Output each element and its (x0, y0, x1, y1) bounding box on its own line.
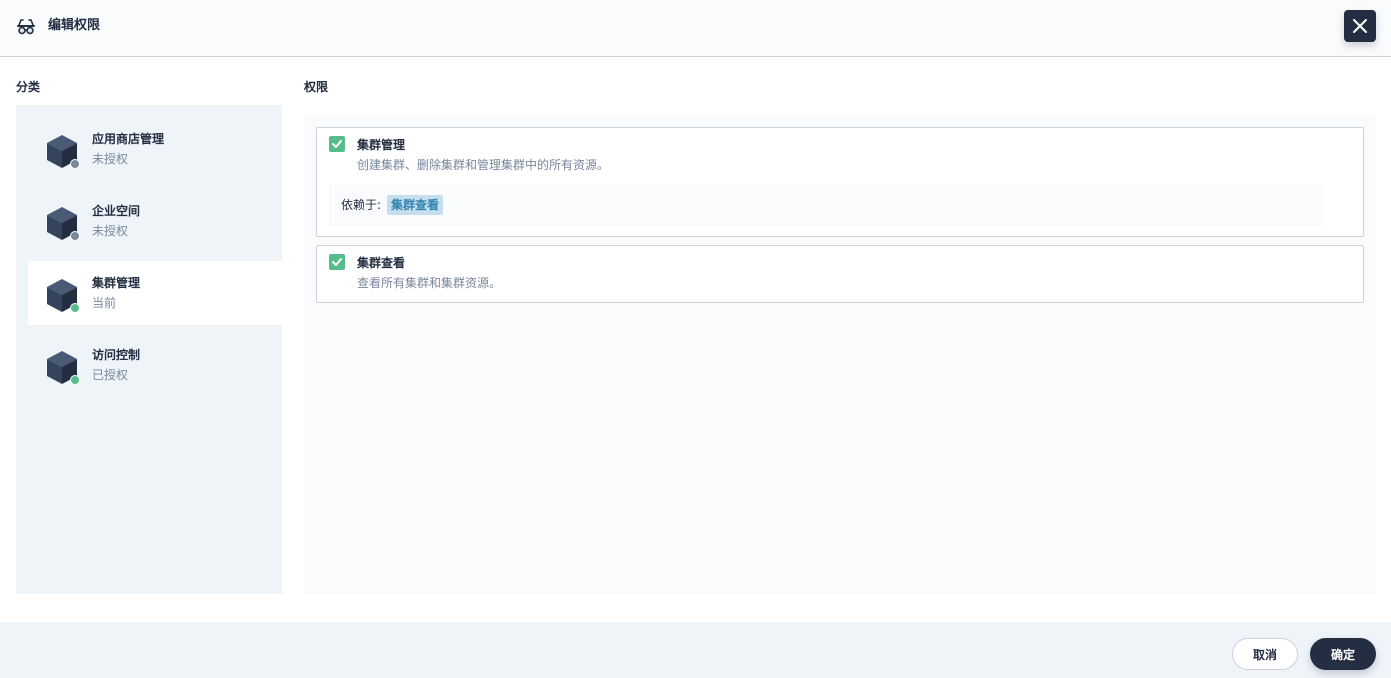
category-status: 未授权 (92, 152, 129, 166)
category-name: 访问控制 (92, 348, 141, 362)
dependency-box: 依赖于: 集群查看 (329, 184, 1323, 226)
check-icon (332, 140, 342, 148)
status-dot (70, 303, 80, 313)
permissions-title: 权限 (304, 80, 329, 94)
category-name: 集群管理 (92, 276, 141, 290)
close-icon (1353, 19, 1367, 33)
permission-name: 集群管理 (357, 138, 406, 152)
category-item-app-store[interactable]: 应用商店管理 未授权 (28, 117, 282, 181)
modal-header: 编辑权限 (0, 0, 1391, 57)
category-status: 未授权 (92, 224, 129, 238)
dependency-tag[interactable]: 集群查看 (387, 195, 444, 215)
permission-name: 集群查看 (357, 256, 406, 270)
check-icon (332, 258, 342, 266)
category-status: 已授权 (92, 368, 129, 382)
dependency-label: 依赖于: (341, 198, 382, 212)
close-button[interactable] (1344, 10, 1376, 42)
permission-list: 集群管理 创建集群、删除集群和管理集群中的所有资源。 依赖于: 集群查看 集群查… (304, 115, 1376, 594)
confirm-button[interactable]: 确定 (1310, 638, 1376, 670)
category-item-workspace[interactable]: 企业空间 未授权 (28, 189, 282, 253)
cancel-button[interactable]: 取消 (1232, 638, 1298, 670)
category-name: 应用商店管理 (92, 132, 165, 146)
permission-checkbox[interactable] (329, 136, 345, 152)
permission-item-cluster-management: 集群管理 创建集群、删除集群和管理集群中的所有资源。 依赖于: 集群查看 (316, 127, 1364, 237)
category-item-cluster-management[interactable]: 集群管理 当前 (28, 261, 282, 325)
permission-item-cluster-view: 集群查看 查看所有集群和集群资源。 (316, 245, 1364, 303)
glasses-icon (17, 19, 35, 35)
status-dot (70, 231, 80, 241)
permission-checkbox[interactable] (329, 254, 345, 270)
status-dot (70, 375, 80, 385)
permission-description: 查看所有集群和集群资源。 (357, 276, 502, 290)
modal-footer: 取消 确定 (0, 622, 1391, 678)
category-status: 当前 (92, 296, 117, 310)
category-name: 企业空间 (92, 204, 141, 218)
permission-description: 创建集群、删除集群和管理集群中的所有资源。 (357, 158, 610, 172)
category-list: 应用商店管理 未授权 企业空间 未授权 集群管理 当前 访问控制 已授权 (16, 105, 282, 594)
status-dot (70, 159, 80, 169)
modal-title: 编辑权限 (48, 18, 101, 33)
category-item-access-control[interactable]: 访问控制 已授权 (28, 333, 282, 397)
categories-title: 分类 (16, 80, 41, 94)
